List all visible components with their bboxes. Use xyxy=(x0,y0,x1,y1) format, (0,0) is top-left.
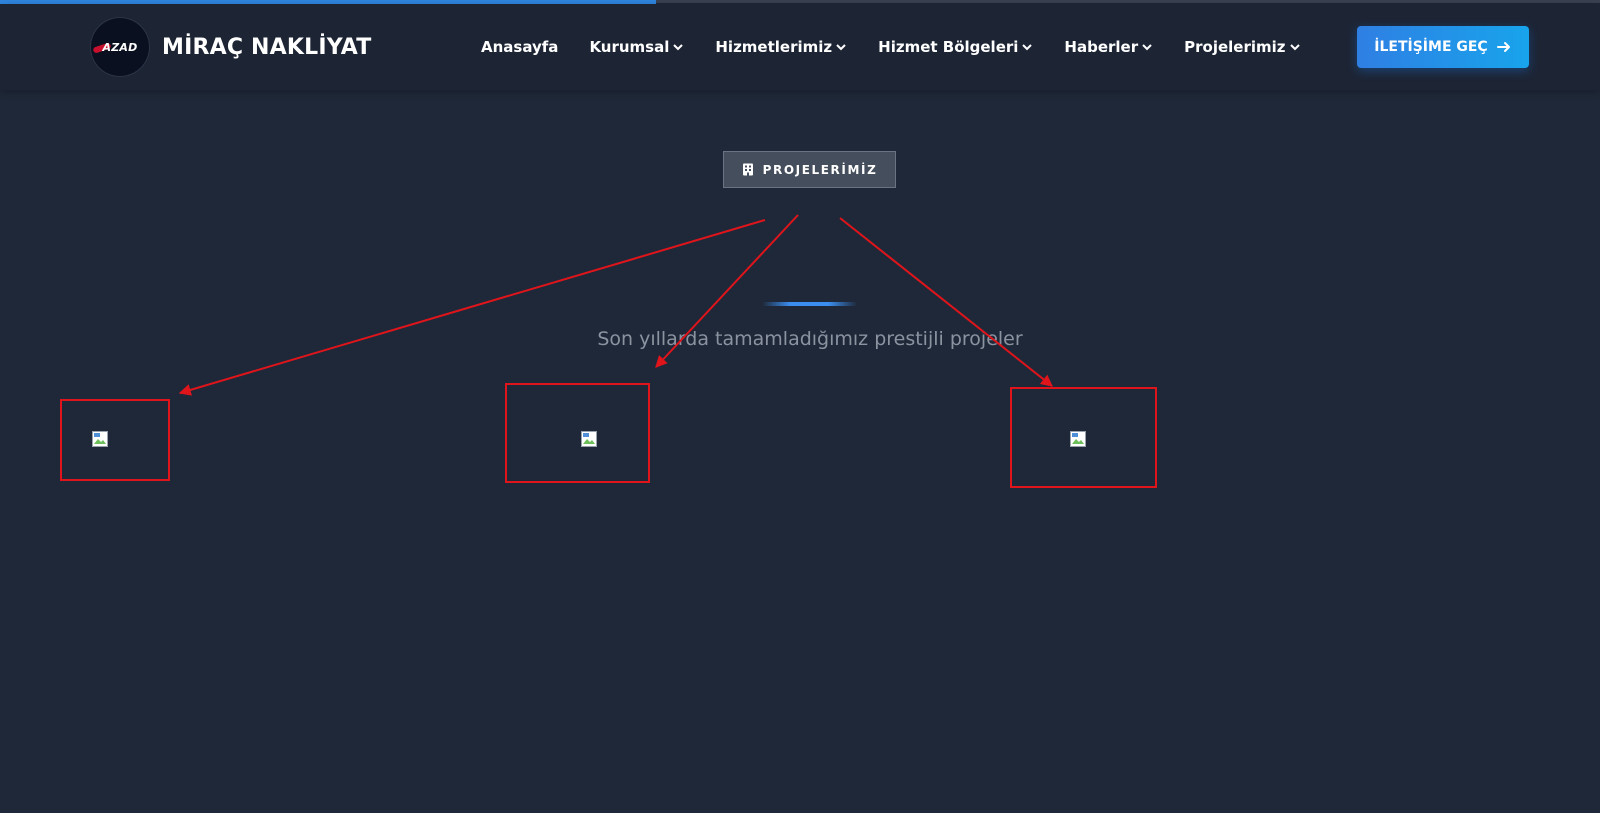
broken-image-icon[interactable] xyxy=(1070,431,1086,447)
nav-item-label: Haberler xyxy=(1064,38,1139,56)
chevron-down-icon xyxy=(1289,44,1300,51)
section-badge: PROJELERİMİZ xyxy=(723,151,896,188)
chevron-down-icon xyxy=(1022,44,1033,51)
brand-name: MİRAÇ NAKLİYAT xyxy=(162,34,372,60)
chevron-down-icon xyxy=(1142,44,1152,51)
logo-mark-text: AZAD xyxy=(102,40,138,54)
nav-item-projelerimiz[interactable]: Projelerimiz xyxy=(1184,38,1300,56)
nav-item-label: Hizmetlerimiz xyxy=(715,38,833,56)
annotation-arrow xyxy=(178,219,766,396)
annotation-arrow xyxy=(839,217,1053,387)
page-progress-track xyxy=(0,0,1600,4)
annotation-highlight-box xyxy=(505,383,650,483)
contact-button[interactable]: İLETİŞİME GEÇ xyxy=(1357,26,1529,68)
annotation-highlight-box xyxy=(60,399,170,481)
nav-item-anasayfa[interactable]: Anasayfa xyxy=(481,38,558,56)
annotation-overlay xyxy=(60,214,1157,488)
site-header: AZAD MİRAÇ NAKLİYAT Anasayfa Kurumsal Hi… xyxy=(0,4,1600,90)
nav-item-label: Kurumsal xyxy=(589,38,670,56)
section-subtitle: Son yıllarda tamamladığımız prestijli pr… xyxy=(597,328,1023,350)
chevron-down-icon xyxy=(836,44,846,51)
nav-item-label: Hizmet Bölgeleri xyxy=(878,38,1019,56)
section-title-underline xyxy=(762,302,857,306)
section-badge-label: PROJELERİMİZ xyxy=(762,162,878,177)
building-icon xyxy=(742,163,753,176)
page: AZAD MİRAÇ NAKLİYAT Anasayfa Kurumsal Hi… xyxy=(0,0,1600,813)
broken-image-icon[interactable] xyxy=(92,431,108,447)
nav-item-haberler[interactable]: Haberler xyxy=(1064,38,1153,56)
nav-item-hizmet-bolgeleri[interactable]: Hizmet Bölgeleri xyxy=(878,38,1033,56)
arrow-right-icon xyxy=(1496,42,1510,52)
logo-icon: AZAD xyxy=(91,18,149,76)
chevron-down-icon xyxy=(673,44,684,51)
nav-item-label: Projelerimiz xyxy=(1184,38,1286,56)
contact-button-label: İLETİŞİME GEÇ xyxy=(1374,39,1488,55)
broken-image-icon[interactable] xyxy=(581,431,597,447)
logo-link[interactable]: AZAD MİRAÇ NAKLİYAT xyxy=(91,18,372,76)
nav-item-label: Anasayfa xyxy=(481,38,559,56)
nav-item-hizmetlerimiz[interactable]: Hizmetlerimiz xyxy=(715,38,847,56)
nav-item-kurumsal[interactable]: Kurumsal xyxy=(589,38,684,56)
main-nav: Anasayfa Kurumsal Hizmetlerimiz Hizmet B… xyxy=(481,38,1332,56)
